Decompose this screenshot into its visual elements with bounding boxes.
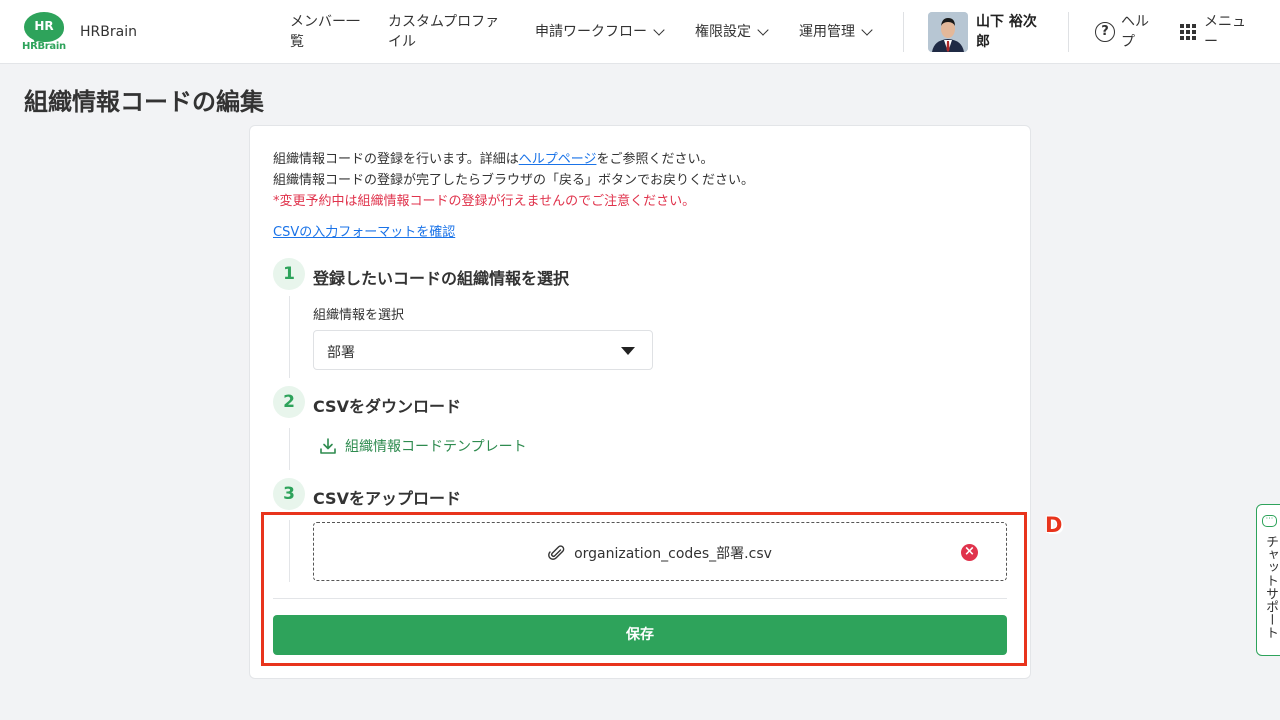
- step-title-2: CSVをダウンロード: [313, 397, 461, 416]
- help-page-link[interactable]: ヘルプページ: [519, 152, 597, 167]
- nav-members[interactable]: メンバー一 覧: [290, 12, 360, 52]
- nav-workflow-label: 申請ワークフロー: [535, 24, 647, 40]
- intro-line1-prefix: 組織情報コードの登録を行います。詳細は: [273, 152, 519, 167]
- download-icon: [320, 438, 336, 454]
- org-info-select[interactable]: 部署: [313, 330, 653, 370]
- chat-support-tab[interactable]: ··· チャットサポート: [1256, 504, 1280, 656]
- org-select-value: 部署: [327, 345, 355, 361]
- step-number-1: 1: [273, 258, 305, 290]
- page-title: 組織情報コードの編集: [24, 88, 264, 116]
- logo-wordmark: HRBrain: [22, 41, 66, 52]
- step-connector: [289, 296, 290, 378]
- step-connector: [289, 428, 290, 470]
- help-label-line1: ヘル: [1121, 14, 1149, 30]
- grid-menu-icon[interactable]: [1180, 24, 1196, 40]
- intro-line1-suffix: をご参照ください。: [596, 152, 714, 167]
- nav-custom-profile-line2: イル: [388, 34, 416, 50]
- chat-bubble-icon: ···: [1262, 515, 1277, 527]
- help-icon[interactable]: ?: [1095, 22, 1115, 42]
- nav-custom-profile[interactable]: カスタムプロファ イル: [388, 12, 499, 52]
- nav-operations[interactable]: 運用管理: [799, 22, 873, 42]
- step-number-3: 3: [273, 478, 305, 510]
- intro-line-2: 組織情報コードの登録が完了したらブラウザの「戻る」ボタンでお戻りください。: [273, 173, 755, 188]
- annotation-highlight-box: [261, 512, 1027, 666]
- nav-custom-profile-line1: カスタムプロファ: [388, 14, 500, 30]
- user-name-line1: 山下 裕次: [976, 14, 1037, 30]
- nav-permissions-label: 権限設定: [695, 24, 751, 40]
- nav-members-line1: メンバー一: [290, 14, 360, 30]
- annotation-label: D: [1045, 513, 1063, 537]
- user-name[interactable]: 山下 裕次 郎: [976, 12, 1056, 52]
- nav-permissions[interactable]: 権限設定: [695, 22, 769, 42]
- menu-button[interactable]: メニュ ー: [1204, 12, 1254, 52]
- user-name-line2: 郎: [976, 34, 990, 50]
- hrbrain-logo[interactable]: HR HRBrain: [22, 12, 66, 52]
- warning-text: *変更予約中は組織情報コードの登録が行えませんのでご注意ください。: [273, 194, 696, 209]
- header-divider: [903, 12, 904, 52]
- help-link[interactable]: ヘル プ: [1121, 12, 1161, 52]
- logo-bubble: HR: [24, 12, 64, 42]
- nav-workflow[interactable]: 申請ワークフロー: [535, 22, 665, 42]
- caret-down-icon: [621, 347, 635, 355]
- menu-label-line1: メニュ: [1204, 14, 1246, 30]
- step-title-1: 登録したいコードの組織情報を選択: [313, 269, 570, 288]
- download-template-link[interactable]: 組織情報コードテンプレート: [319, 436, 527, 456]
- step-number-2: 2: [273, 386, 305, 418]
- intro-line-1: 組織情報コードの登録を行います。詳細はヘルプページをご参照ください。: [273, 149, 754, 170]
- csv-format-link[interactable]: CSVの入力フォーマットを確認: [273, 221, 455, 240]
- header-divider: [1068, 12, 1069, 52]
- menu-label-line2: ー: [1204, 34, 1218, 50]
- chevron-down-icon: [653, 23, 665, 36]
- step-title-3: CSVをアップロード: [313, 489, 461, 508]
- chevron-down-icon: [861, 23, 873, 36]
- top-header: HR HRBrain HRBrain メンバー一 覧 カスタムプロファ イル 申…: [0, 0, 1280, 64]
- nav-operations-label: 運用管理: [799, 24, 855, 40]
- org-select-label: 組織情報を選択: [313, 308, 405, 323]
- help-label-line2: プ: [1121, 34, 1135, 50]
- download-template-label: 組織情報コードテンプレート: [345, 439, 527, 455]
- nav-members-line2: 覧: [290, 34, 304, 50]
- app-name[interactable]: HRBrain: [80, 24, 137, 40]
- user-avatar[interactable]: [928, 12, 968, 52]
- intro-text: 組織情報コードの登録を行います。詳細はヘルプページをご参照ください。 組織情報コ…: [273, 149, 754, 212]
- chevron-down-icon: [757, 23, 769, 36]
- chat-support-label: チャットサポート: [1263, 535, 1278, 639]
